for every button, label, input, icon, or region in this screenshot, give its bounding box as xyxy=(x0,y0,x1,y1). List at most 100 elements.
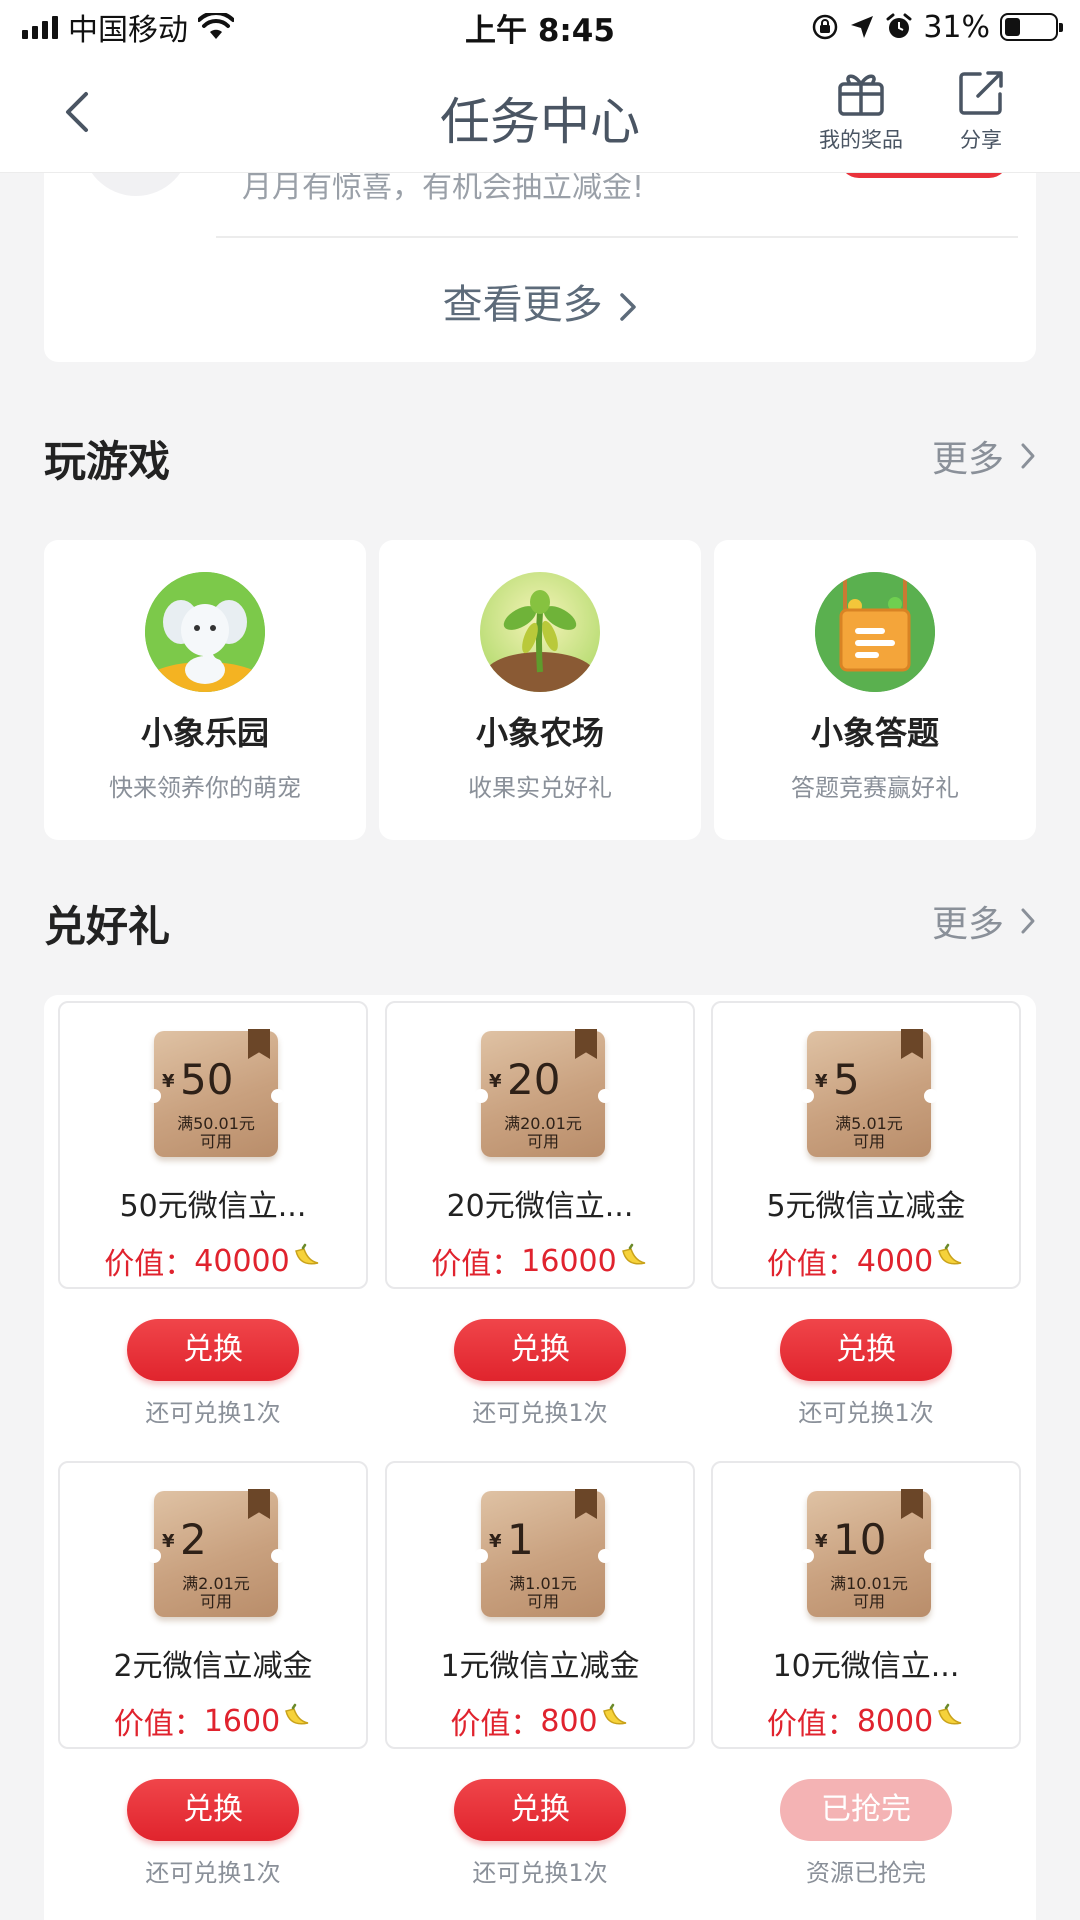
coupon-condition-line1: 满50.01元 xyxy=(177,1114,255,1133)
gifts-section-title: 兑好礼 xyxy=(44,902,171,951)
coupon-amount: 1 xyxy=(507,1515,534,1564)
gift-name: 10元微信立... xyxy=(772,1649,960,1684)
price-value: 1600 xyxy=(203,1703,281,1739)
yen-symbol: ¥ xyxy=(815,1531,828,1552)
exchange-button[interactable]: 兑换 xyxy=(454,1779,626,1841)
gift-name: 20元微信立... xyxy=(446,1189,634,1224)
gifts-more-link[interactable]: 更多 xyxy=(932,895,1036,947)
gift-price: 价值： 4000 xyxy=(713,1239,1019,1283)
signal-icon xyxy=(22,15,58,39)
exchange-button[interactable]: 兑换 xyxy=(454,1319,626,1381)
game-card-elephant-quiz[interactable]: 小象答题 答题竞赛赢好礼 xyxy=(714,540,1036,840)
coupon-condition-line1: 满5.01元 xyxy=(835,1114,903,1133)
coupon-ribbon-icon xyxy=(901,1029,923,1059)
coupon-ribbon-icon xyxy=(248,1029,270,1059)
banana-coin-icon xyxy=(600,1703,630,1739)
coupon-condition: 满2.01元 可用 xyxy=(154,1575,278,1611)
coupon-ribbon-icon xyxy=(248,1489,270,1519)
game-name: 小象答题 xyxy=(810,714,939,752)
game-description: 收果实兑好礼 xyxy=(468,774,612,802)
status-left: 中国移动 xyxy=(22,5,234,49)
quiz-board-icon xyxy=(815,572,935,692)
gifts-more-label: 更多 xyxy=(931,904,1004,945)
gift-card[interactable]: ¥2 满2.01元 可用 2元微信立减金 价值： 1600 xyxy=(58,1461,368,1749)
price-value: 8000 xyxy=(856,1703,934,1739)
alarm-icon xyxy=(886,13,912,38)
yen-symbol: ¥ xyxy=(489,1531,502,1552)
coupon-amount: 20 xyxy=(507,1055,561,1104)
coupon-ticket-icon: ¥10 满10.01元 可用 xyxy=(800,1489,938,1617)
exchange-button[interactable]: 兑换 xyxy=(780,1319,952,1381)
my-prizes-button[interactable]: 我的奖品 xyxy=(806,68,916,154)
game-name: 小象农场 xyxy=(475,714,604,752)
coupon-condition: 满20.01元 可用 xyxy=(481,1115,605,1151)
exchange-button[interactable]: 兑换 xyxy=(127,1319,299,1381)
coupon-amount: 5 xyxy=(833,1055,860,1104)
gift-card[interactable]: ¥5 满5.01元 可用 5元微信立减金价值： 4000 xyxy=(711,1001,1021,1289)
game-description: 答题竞赛赢好礼 xyxy=(791,774,959,802)
exchange-button[interactable]: 兑换 xyxy=(127,1779,299,1841)
coupon-condition: 满50.01元 可用 xyxy=(154,1115,278,1151)
coupon-ribbon-icon xyxy=(575,1489,597,1519)
gift-card[interactable]: ¥50 满50.01元 可用 50元微信立... 价值： 40000 xyxy=(58,1001,368,1289)
yen-symbol: ¥ xyxy=(815,1071,828,1092)
game-card-elephant-farm[interactable]: 小象农场 收果实兑好礼 xyxy=(379,540,701,840)
coupon-ribbon-icon xyxy=(575,1029,597,1059)
battery-percent: 31% xyxy=(923,9,990,45)
gift-name: 2元微信立减金 xyxy=(113,1649,313,1684)
gift-card[interactable]: ¥10 满10.01元 可用 10元微信立... 价值： 8000 xyxy=(711,1461,1021,1749)
coupon-ticket-icon: ¥50 满50.01元 可用 xyxy=(147,1029,285,1157)
exchange-remaining-note: 还可兑换1次 xyxy=(145,1399,281,1427)
game-card-elephant-park[interactable]: 小象乐园 快来领养你的萌宠 xyxy=(44,540,366,840)
price-prefix: 价值： xyxy=(450,1707,541,1742)
yen-symbol: ¥ xyxy=(162,1071,175,1092)
games-section-header: 玩游戏 更多 xyxy=(44,428,1036,488)
my-prizes-label: 我的奖品 xyxy=(819,128,903,152)
wifi-icon xyxy=(198,13,234,39)
price-value: 40000 xyxy=(194,1243,290,1279)
page-title: 任务中心 xyxy=(440,93,640,151)
price-value: 4000 xyxy=(856,1243,934,1279)
battery-icon xyxy=(1000,13,1063,41)
gift-name: 5元微信立减金 xyxy=(766,1189,966,1224)
games-more-link[interactable]: 更多 xyxy=(932,430,1036,482)
gift-price: 价值： 800 xyxy=(387,1699,693,1743)
coupon-condition-line2: 可用 xyxy=(199,1592,232,1611)
elephant-icon xyxy=(145,572,265,692)
games-more-label: 更多 xyxy=(931,439,1004,480)
view-more-link[interactable]: 查看更多 xyxy=(44,272,1036,330)
gift-card[interactable]: ¥1 满1.01元 可用 1元微信立减金价值： 800 xyxy=(385,1461,695,1749)
gift-price: 价值： 16000 xyxy=(387,1239,693,1283)
coupon-condition: 满1.01元 可用 xyxy=(481,1575,605,1611)
exchange-remaining-note: 还可兑换1次 xyxy=(145,1859,281,1887)
banana-coin-icon xyxy=(935,1243,965,1279)
gift-card[interactable]: ¥20 满20.01元 可用 20元微信立... 价值： 16000 xyxy=(385,1001,695,1289)
exchange-remaining-note: 还可兑换1次 xyxy=(798,1399,934,1427)
price-prefix: 价值： xyxy=(104,1247,195,1282)
coupon-condition-line1: 满10.01元 xyxy=(830,1574,908,1593)
coupon-condition-line1: 满20.01元 xyxy=(504,1114,582,1133)
exchange-remaining-note: 资源已抢完 xyxy=(806,1859,926,1887)
price-value: 800 xyxy=(540,1703,598,1739)
coupon-condition-line2: 可用 xyxy=(526,1132,559,1151)
banana-coin-icon xyxy=(935,1703,965,1739)
banana-coin-icon xyxy=(282,1703,312,1739)
coupon-condition: 满5.01元 可用 xyxy=(807,1115,931,1151)
gifts-section-header: 兑好礼 更多 xyxy=(44,893,1036,953)
coupon-ribbon-icon xyxy=(901,1489,923,1519)
banana-coin-icon xyxy=(619,1243,649,1279)
divider xyxy=(216,236,1018,238)
yen-symbol: ¥ xyxy=(162,1531,175,1552)
chevron-left-icon xyxy=(66,92,88,132)
share-icon xyxy=(959,71,1003,115)
coupon-condition-line1: 满1.01元 xyxy=(509,1574,577,1593)
location-icon xyxy=(851,16,874,38)
game-description: 快来领养你的萌宠 xyxy=(109,774,301,802)
coupon-ticket-icon: ¥20 满20.01元 可用 xyxy=(474,1029,612,1157)
gift-name: 1元微信立减金 xyxy=(440,1649,640,1684)
back-button[interactable] xyxy=(52,84,108,140)
coupon-amount: 50 xyxy=(180,1055,234,1104)
gift-panel: ¥50 满50.01元 可用 50元微信立... 价值： 40000 兑换 还可兑换1次 ¥20… xyxy=(44,995,1036,1920)
gift-price: 价值： 40000 xyxy=(60,1239,366,1283)
share-button[interactable]: 分享 xyxy=(926,68,1036,154)
